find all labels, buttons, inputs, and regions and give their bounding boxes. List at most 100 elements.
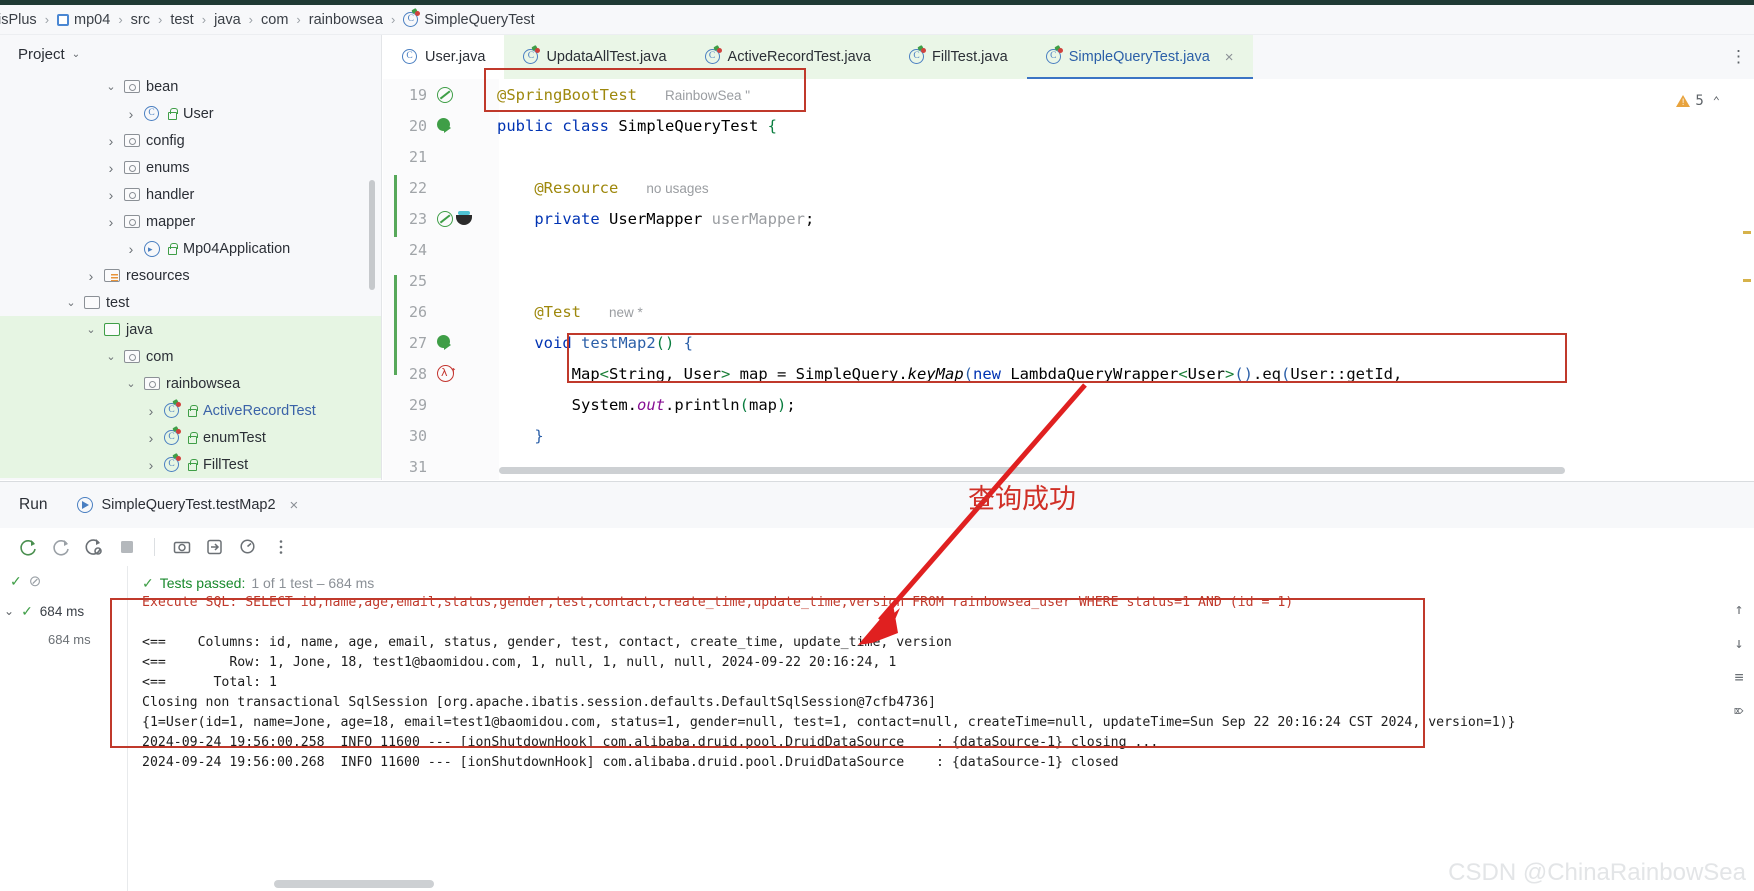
gutter-icons[interactable]: λ↑ bbox=[427, 365, 489, 382]
tree-item-handler[interactable]: handler bbox=[0, 181, 381, 208]
project-panel-header[interactable]: Project ⌄ bbox=[0, 35, 381, 73]
editor-tab-activerecordtest-java[interactable]: CActiveRecordTest.java bbox=[686, 35, 890, 79]
tab-overflow-icon[interactable]: ⋮ bbox=[1730, 47, 1748, 67]
console-output[interactable]: ✓ Tests passed: 1 of 1 test – 684 ms Exe… bbox=[128, 566, 1754, 891]
breadcrumb-item-test[interactable]: test bbox=[168, 12, 195, 28]
chevron-right-icon[interactable] bbox=[104, 214, 118, 230]
project-tree-scrollbar[interactable] bbox=[369, 180, 375, 290]
breadcrumb-item-com[interactable]: com bbox=[259, 12, 290, 28]
tree-item-mp04application[interactable]: ▸Mp04Application bbox=[0, 235, 381, 262]
code-line[interactable]: 25 bbox=[383, 265, 1754, 296]
chevron-up-icon[interactable]: ⌃ bbox=[1713, 94, 1720, 108]
tree-item-mapper[interactable]: mapper bbox=[0, 208, 381, 235]
project-tree[interactable]: beanCUserconfigenumshandlermapper▸Mp04Ap… bbox=[0, 73, 381, 480]
editor-tab-simplequerytest-java[interactable]: CSimpleQueryTest.java× bbox=[1027, 35, 1253, 79]
chevron-right-icon[interactable] bbox=[144, 403, 158, 419]
close-icon[interactable]: × bbox=[290, 497, 299, 514]
rerun-failed-icon[interactable] bbox=[51, 537, 71, 557]
chevron-down-icon[interactable] bbox=[84, 323, 98, 336]
chevron-right-icon[interactable] bbox=[144, 430, 158, 446]
code-lines[interactable]: 19@SpringBootTest RainbowSea "20public c… bbox=[383, 79, 1754, 513]
spring-bean-icon[interactable] bbox=[455, 211, 473, 226]
inspection-status-badge[interactable]: 5 ⌃ bbox=[1676, 93, 1720, 109]
chevron-right-icon[interactable] bbox=[124, 106, 138, 122]
breadcrumb-item-rainbowsea[interactable]: rainbowsea bbox=[307, 12, 385, 28]
run-configuration-tab[interactable]: SimpleQueryTest.testMap2 × bbox=[69, 497, 306, 514]
tree-item-filltest[interactable]: CFillTest bbox=[0, 451, 381, 478]
code-line[interactable]: 23 private UserMapper userMapper; bbox=[383, 203, 1754, 234]
code-text[interactable]: } bbox=[489, 427, 544, 445]
code-line[interactable]: 27 void testMap2() { bbox=[383, 327, 1754, 358]
tree-item-resources[interactable]: resources bbox=[0, 262, 381, 289]
breadcrumb-item-src[interactable]: src bbox=[129, 12, 152, 28]
screenshot-icon[interactable] bbox=[172, 537, 192, 557]
gutter-icons[interactable] bbox=[427, 118, 489, 134]
code-text[interactable]: @SpringBootTest RainbowSea " bbox=[489, 86, 750, 104]
lambda-gutter-icon[interactable]: λ↑ bbox=[437, 365, 454, 382]
profile-icon[interactable] bbox=[238, 537, 258, 557]
code-text[interactable]: Map<String, User> map = SimpleQuery.keyM… bbox=[489, 365, 1412, 383]
chevron-right-icon[interactable] bbox=[84, 268, 98, 284]
chevron-down-icon[interactable] bbox=[104, 350, 118, 363]
breadcrumb[interactable]: isPlus › mp04 › src › test › java › com … bbox=[0, 5, 1754, 35]
code-line[interactable]: 21 bbox=[383, 141, 1754, 172]
tree-item-enumtest[interactable]: CenumTest bbox=[0, 424, 381, 451]
editor-tab-strip[interactable]: CUser.javaCUpdataAllTest.javaCActiveReco… bbox=[383, 35, 1754, 79]
tree-item-com[interactable]: com bbox=[0, 343, 381, 370]
code-line[interactable]: 22 @Resource no usages bbox=[383, 172, 1754, 203]
gutter-icons[interactable] bbox=[427, 335, 489, 351]
tree-item-test[interactable]: test bbox=[0, 289, 381, 316]
editor-tab-filltest-java[interactable]: CFillTest.java bbox=[890, 35, 1027, 79]
run-gutter-icon[interactable] bbox=[437, 335, 453, 351]
scroll-down-icon[interactable]: ↓ bbox=[1734, 634, 1743, 652]
close-icon[interactable]: × bbox=[1225, 50, 1234, 65]
more-icon[interactable] bbox=[271, 537, 291, 557]
code-editor[interactable]: 19@SpringBootTest RainbowSea "20public c… bbox=[383, 79, 1754, 480]
tree-item-java[interactable]: java bbox=[0, 316, 381, 343]
code-line[interactable]: 26 @Test new * bbox=[383, 296, 1754, 327]
rerun-icon[interactable] bbox=[18, 537, 38, 557]
chevron-right-icon[interactable] bbox=[104, 187, 118, 203]
chevron-down-icon[interactable]: ⌄ bbox=[72, 49, 80, 60]
coverage-icon[interactable] bbox=[84, 537, 104, 557]
gutter-icons[interactable] bbox=[427, 211, 489, 227]
code-text[interactable]: @Resource no usages bbox=[489, 179, 709, 197]
chevron-right-icon[interactable] bbox=[124, 241, 138, 257]
chevron-right-icon[interactable] bbox=[104, 160, 118, 176]
code-text[interactable]: public class SimpleQueryTest { bbox=[489, 117, 777, 135]
code-line[interactable]: 30 } bbox=[383, 420, 1754, 451]
chevron-down-icon[interactable] bbox=[64, 296, 78, 309]
breadcrumb-item-java[interactable]: java bbox=[212, 12, 243, 28]
code-line[interactable]: 19@SpringBootTest RainbowSea " bbox=[383, 79, 1754, 110]
test-status-icon[interactable] bbox=[437, 87, 453, 103]
editor-hscrollbar[interactable] bbox=[499, 467, 1738, 474]
run-gutter-icon[interactable] bbox=[437, 118, 453, 134]
chevron-right-icon[interactable] bbox=[144, 457, 158, 473]
code-line[interactable]: 28λ↑ Map<String, User> map = SimpleQuery… bbox=[383, 358, 1754, 389]
tree-item-enums[interactable]: enums bbox=[0, 154, 381, 181]
chevron-down-icon[interactable]: ⌄ bbox=[4, 604, 14, 618]
test-tree-toolbar[interactable]: ✓ ⊘ bbox=[0, 566, 127, 596]
code-line[interactable]: 20public class SimpleQueryTest { bbox=[383, 110, 1754, 141]
code-text[interactable]: void testMap2() { bbox=[489, 334, 693, 352]
code-text[interactable]: private UserMapper userMapper; bbox=[489, 210, 814, 228]
chevron-right-icon[interactable] bbox=[104, 133, 118, 149]
code-text[interactable]: System.out.println(map); bbox=[489, 396, 796, 414]
editor-tab-updataalltest-java[interactable]: CUpdataAllTest.java bbox=[504, 35, 685, 79]
show-passed-icon[interactable]: ✓ bbox=[10, 573, 22, 590]
gutter-icons[interactable] bbox=[427, 87, 489, 103]
scroll-up-icon[interactable]: ↑ bbox=[1734, 600, 1743, 618]
tree-item-activerecordtest[interactable]: CActiveRecordTest bbox=[0, 397, 381, 424]
code-line[interactable]: 29 System.out.println(map); bbox=[383, 389, 1754, 420]
console-side-rail[interactable]: ↑ ↓ ≡ ⌦ bbox=[1724, 566, 1754, 891]
editor-tab-user-java[interactable]: CUser.java bbox=[383, 35, 504, 79]
filter-icon[interactable]: ⌦ bbox=[1734, 702, 1743, 720]
console-hscrollbar-thumb[interactable] bbox=[274, 880, 434, 888]
tree-item-config[interactable]: config bbox=[0, 127, 381, 154]
no-usage-icon[interactable] bbox=[437, 211, 453, 227]
test-tree-root-row[interactable]: ⌄ ✓ 684 ms bbox=[0, 596, 127, 626]
test-tree[interactable]: ✓ ⊘ ⌄ ✓ 684 ms 684 ms bbox=[0, 566, 128, 891]
soft-wrap-icon[interactable]: ≡ bbox=[1734, 668, 1743, 686]
run-toolbar[interactable] bbox=[0, 528, 1754, 566]
tree-item-rainbowsea[interactable]: rainbowsea bbox=[0, 370, 381, 397]
